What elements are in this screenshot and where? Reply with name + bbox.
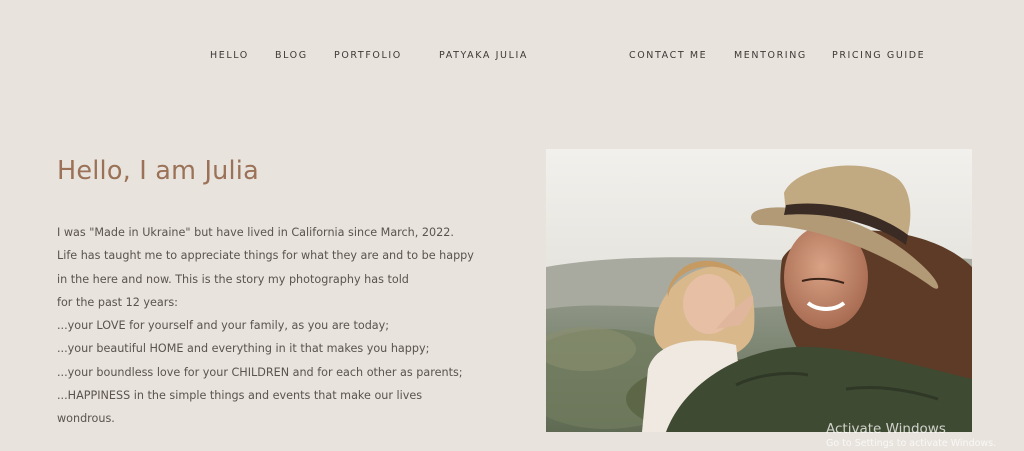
intro-line: Life has taught me to appreciate things … <box>57 249 474 263</box>
nav-blog[interactable]: BLOG <box>275 50 308 61</box>
brand-logo[interactable]: PATYAKA JULIA <box>439 50 528 61</box>
intro-line: I was "Made in Ukraine" but have lived i… <box>57 226 454 239</box>
intro-line: for the past 12 years: <box>57 295 178 309</box>
intro-line: ...HAPPINESS in the simple things and ev… <box>57 389 423 403</box>
nav-mentoring[interactable]: MENTORING <box>734 50 807 61</box>
intro-line: in the here and now. This is the story m… <box>57 272 409 286</box>
page-heading: Hello, I am Julia <box>57 156 259 186</box>
intro-line: wondrous. <box>57 412 115 426</box>
main-nav: HELLO BLOG PORTFOLIO PATYAKA JULIA CONTA… <box>0 0 1024 110</box>
intro-line: ...your beautiful HOME and everything in… <box>57 342 430 356</box>
nav-hello[interactable]: HELLO <box>210 50 249 61</box>
nav-contact-me[interactable]: CONTACT ME <box>629 50 707 61</box>
intro-line: ...your boundless love for your CHILDREN… <box>57 365 463 379</box>
intro-text: I was "Made in Ukraine" but have lived i… <box>57 221 497 431</box>
watermark-title: Activate Windows <box>826 421 946 437</box>
nav-portfolio[interactable]: PORTFOLIO <box>334 50 402 61</box>
nav-pricing-guide[interactable]: PRICING GUIDE <box>832 50 925 61</box>
hero-photo <box>546 149 972 432</box>
activate-windows-watermark: Activate Windows Go to Settings to activ… <box>826 421 996 451</box>
intro-line: ...your LOVE for yourself and your famil… <box>57 319 390 333</box>
watermark-subtitle: Go to Settings to activate Windows. <box>826 438 997 449</box>
